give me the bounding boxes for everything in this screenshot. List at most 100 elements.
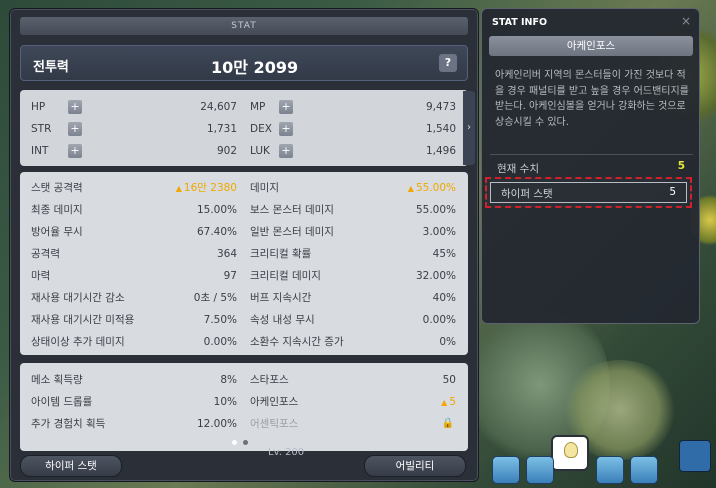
detail-row: 재사용 대기시간 감소 0초 / 5% xyxy=(31,289,237,307)
stat-value: 7.50% xyxy=(203,314,237,326)
detail-row: 공격력 364 xyxy=(31,245,237,263)
detail-row: 상태이상 추가 데미지 0.00% xyxy=(31,333,237,351)
base-stats-panel: HP + 24,607 MP + 9,473 STR + 1,731 DEX +… xyxy=(20,90,468,166)
stat-label: 속성 내성 무시 xyxy=(250,314,315,326)
close-icon[interactable]: × xyxy=(681,14,691,28)
stat-value: 9,473 xyxy=(425,101,456,113)
hyper-stat-button[interactable]: 하이퍼 스탯 xyxy=(20,455,122,477)
stat-label: 아이템 드롭률 xyxy=(31,396,93,408)
expand-arrow-button[interactable]: › xyxy=(463,91,475,165)
misc-row-arcane-force[interactable]: 아케인포스 ▲ 5 xyxy=(250,393,456,411)
stat-label: MP xyxy=(250,101,266,113)
up-triangle-icon: ▲ xyxy=(441,398,448,407)
page-dot-active[interactable] xyxy=(232,440,237,445)
stat-row-hp: HP + 24,607 xyxy=(31,98,237,116)
hyper-stat-value: 5 xyxy=(669,186,676,198)
stat-label: 데미지 xyxy=(250,182,279,194)
stat-value: 67.40% xyxy=(196,226,237,238)
page-dot[interactable] xyxy=(243,440,248,445)
combat-power-label: 전투력 xyxy=(33,60,69,75)
stat-row-luk: LUK + 1,496 xyxy=(250,142,456,160)
menu-button[interactable] xyxy=(526,456,554,484)
stat-label: 추가 경험치 획득 xyxy=(31,418,106,430)
stat-value: 55.00% xyxy=(415,182,456,194)
misc-row: 스타포스 50 xyxy=(250,371,456,389)
add-point-button[interactable]: + xyxy=(68,122,82,136)
detail-row: 데미지 ▲ 55.00% xyxy=(250,179,456,197)
stat-label: 상태이상 추가 데미지 xyxy=(31,336,125,348)
stat-label: DEX xyxy=(250,123,272,135)
add-point-button[interactable]: + xyxy=(68,100,82,114)
detail-row: 마력 97 xyxy=(31,267,237,285)
stat-value: 10% xyxy=(213,396,237,408)
hyper-stat-highlight: 하이퍼 스탯 5 xyxy=(485,177,692,208)
stat-value: 1,540 xyxy=(425,123,456,135)
stat-label: 버프 지속시간 xyxy=(250,292,312,304)
stat-label: 재사용 대기시간 미적용 xyxy=(31,314,135,326)
menu-button[interactable] xyxy=(630,456,658,484)
menu-button[interactable] xyxy=(596,456,624,484)
stat-label: 스탯 공격력 xyxy=(31,182,83,194)
stat-label: 일반 몬스터 데미지 xyxy=(250,226,334,238)
add-point-button[interactable]: + xyxy=(279,100,293,114)
stat-label: 보스 몬스터 데미지 xyxy=(250,204,334,216)
stat-value: 1,496 xyxy=(425,145,456,157)
misc-row: 메소 획득량 8% xyxy=(31,371,237,389)
quickslot-item[interactable] xyxy=(551,435,589,471)
shortcut-tile[interactable] xyxy=(679,440,711,472)
stat-label: 메소 획득량 xyxy=(31,374,83,386)
stat-value: 12.00% xyxy=(196,418,237,430)
detail-stats-panel: 스탯 공격력 ▲ 16만 2380 데미지 ▲ 55.00% 최종 데미지 15.0… xyxy=(20,172,468,355)
stat-window: STAT 전투력 10만 2099 ? HP + 24,607 MP + 9,4… xyxy=(9,8,479,482)
detail-row: 버프 지속시간 40% xyxy=(250,289,456,307)
detail-row: 일반 몬스터 데미지 3.00% xyxy=(250,223,456,241)
stat-value: 97 xyxy=(223,270,237,282)
stat-label: 크리티컬 데미지 xyxy=(250,270,321,282)
add-point-button[interactable]: + xyxy=(279,144,293,158)
divider xyxy=(490,154,693,155)
stat-value: 16만 2380 xyxy=(183,182,237,194)
detail-row: 속성 내성 무시 0.00% xyxy=(250,311,456,329)
detail-row: 재사용 대기시간 미적용 7.50% xyxy=(31,311,237,329)
level-text: Lv. 200 xyxy=(268,447,305,458)
add-point-button[interactable]: + xyxy=(279,122,293,136)
detail-row: 소환수 지속시간 증가 0% xyxy=(250,333,456,351)
stat-label: 크리티컬 확률 xyxy=(250,248,312,260)
detail-row: 크리티컬 데미지 32.00% xyxy=(250,267,456,285)
menu-button[interactable] xyxy=(492,456,520,484)
misc-row: 추가 경험치 획득 12.00% xyxy=(31,415,237,433)
stat-label: HP xyxy=(31,101,46,113)
stat-info-title: STAT INFO xyxy=(492,17,548,28)
stat-info-window: STAT INFO × 아케인포스 아케인리버 지역의 몬스터들이 가진 것보다… xyxy=(481,8,700,324)
stat-value: 15.00% xyxy=(196,204,237,216)
stat-info-header: 아케인포스 xyxy=(489,36,693,56)
stat-label: 마력 xyxy=(31,270,51,282)
stat-value: 40% xyxy=(432,292,456,304)
stat-window-title[interactable]: STAT xyxy=(20,17,468,35)
stat-value: 24,607 xyxy=(200,101,237,113)
current-value: 5 xyxy=(677,160,685,172)
up-triangle-icon: ▲ xyxy=(175,184,182,193)
stat-value: 3.00% xyxy=(422,226,456,238)
stat-value-highlight: ▲ 55.00% xyxy=(408,179,456,198)
stat-value: 902 xyxy=(216,145,237,157)
stat-value: 8% xyxy=(220,374,237,386)
stat-value: 55.00% xyxy=(415,204,456,216)
stat-value: 45% xyxy=(432,248,456,260)
combat-power-box: 전투력 10만 2099 ? xyxy=(20,45,468,81)
hyper-stat-row: 하이퍼 스탯 5 xyxy=(490,182,687,203)
lock-icon: 🔒 xyxy=(441,418,454,429)
stat-value-highlight: ▲ 5 xyxy=(441,393,456,412)
add-point-button[interactable]: + xyxy=(68,144,82,158)
stat-value: 0.00% xyxy=(203,336,237,348)
stat-label: 공격력 xyxy=(31,248,60,260)
ability-button[interactable]: 어빌리티 xyxy=(364,455,466,477)
stat-value: 50 xyxy=(442,374,456,386)
detail-row: 보스 몬스터 데미지 55.00% xyxy=(250,201,456,219)
misc-row-locked: 어센틱포스 🔒 xyxy=(250,415,456,433)
help-button[interactable]: ? xyxy=(439,54,457,72)
stat-value: 364 xyxy=(216,248,237,260)
stat-value: 5 xyxy=(449,396,456,408)
stat-label: 스타포스 xyxy=(250,374,289,386)
lightbulb-icon xyxy=(564,442,578,458)
